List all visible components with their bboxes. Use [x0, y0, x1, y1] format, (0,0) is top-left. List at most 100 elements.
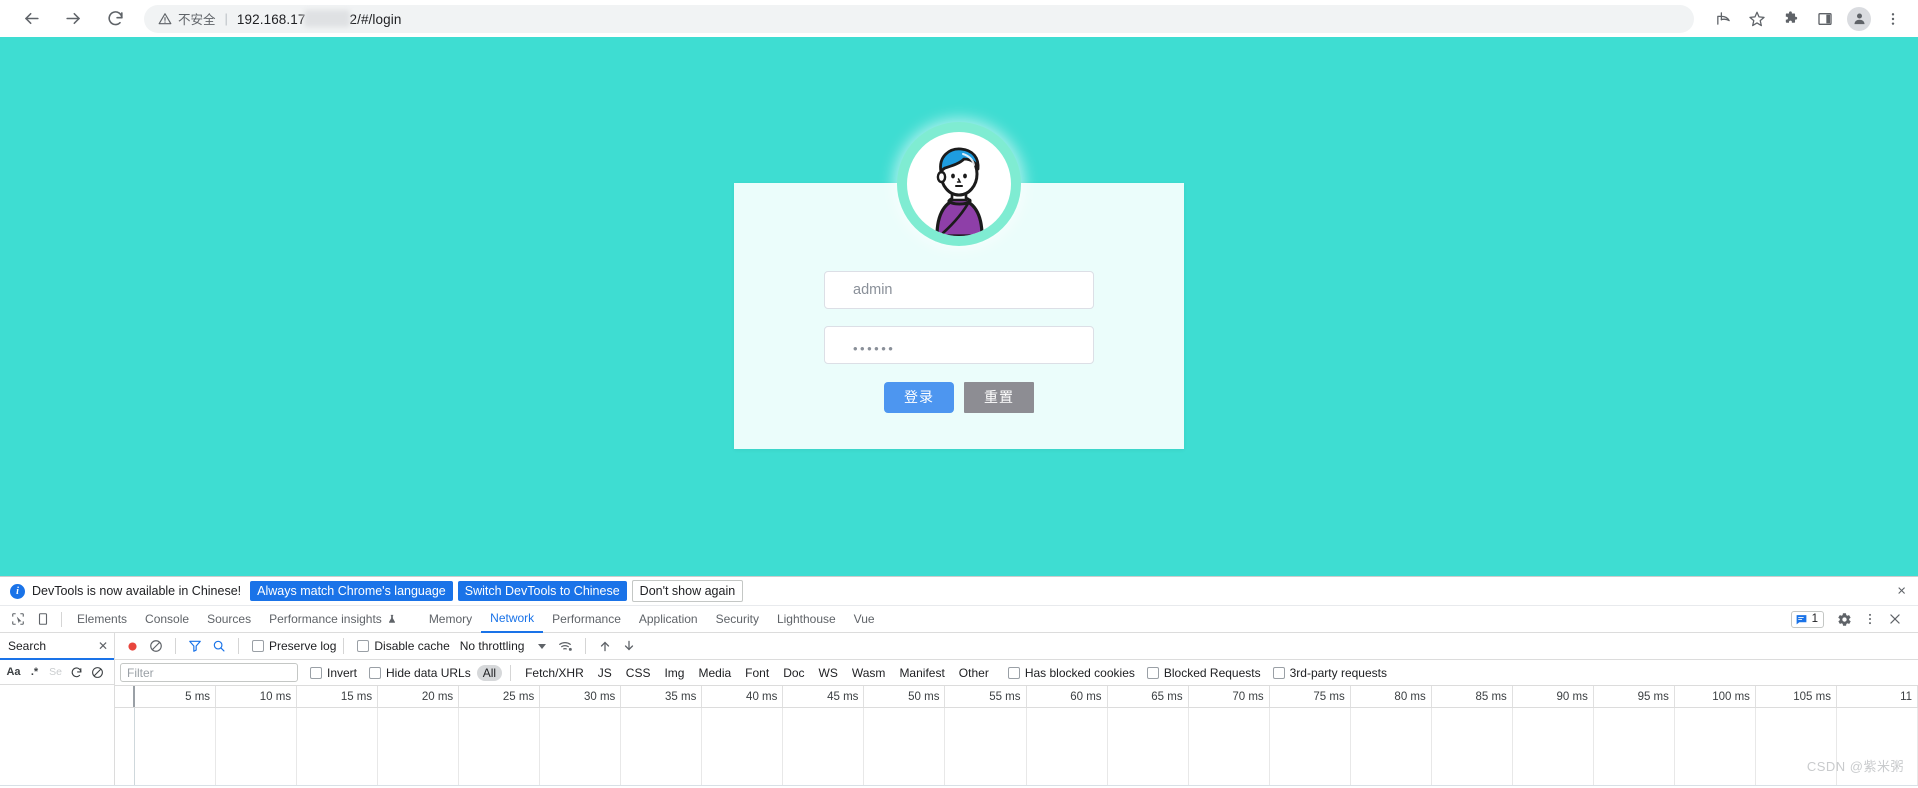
devtools-more-menu-icon[interactable]	[1857, 607, 1882, 632]
waterfall-origin-line	[115, 708, 135, 785]
throttling-dropdown[interactable]: No throttling	[460, 639, 547, 653]
record-network-log-icon[interactable]	[120, 634, 144, 658]
waterfall-column	[1513, 708, 1594, 785]
tab-vue[interactable]: Vue	[845, 606, 884, 632]
address-bar[interactable]: 不安全 | 192.168.172/#/login	[144, 5, 1694, 33]
chevron-down-icon	[538, 644, 546, 649]
clear-network-log-icon[interactable]	[144, 634, 168, 658]
chrome-menu-icon[interactable]	[1878, 4, 1908, 34]
waterfall-column	[540, 708, 621, 785]
clear-search-icon[interactable]	[88, 663, 107, 682]
waterfall-column	[783, 708, 864, 785]
blocked-requests-checkbox[interactable]: Blocked Requests	[1147, 666, 1261, 680]
search-panel-close-icon[interactable]: ✕	[98, 639, 108, 653]
record-circle-glyph	[126, 640, 139, 653]
network-conditions-icon[interactable]	[554, 634, 578, 658]
use-regex-toggle[interactable]: .*	[25, 663, 44, 682]
tab-performance[interactable]: Performance	[543, 606, 630, 632]
filter-type-all[interactable]: All	[477, 665, 502, 681]
info-icon: i	[10, 584, 25, 599]
close-x-glyph	[1888, 612, 1902, 626]
devtools-language-banner: i DevTools is now available in Chinese! …	[0, 577, 1918, 606]
devtools-close-icon[interactable]	[1882, 607, 1907, 632]
filter-type-font[interactable]: Font	[739, 665, 775, 681]
tab-console[interactable]: Console	[136, 606, 198, 632]
timeline-tick: 30 ms	[540, 686, 621, 707]
username-input[interactable]: admin	[824, 271, 1094, 309]
timeline-tick: 11	[1837, 686, 1918, 707]
toolbar-divider	[175, 638, 176, 654]
profile-avatar-icon[interactable]	[1844, 4, 1874, 34]
forward-button[interactable]	[58, 4, 88, 34]
waterfall-column	[621, 708, 702, 785]
wifi-gear-glyph	[558, 638, 574, 654]
has-blocked-cookies-checkbox[interactable]: Has blocked cookies	[1008, 666, 1135, 680]
filter-type-css[interactable]: CSS	[620, 665, 657, 681]
search-network-icon[interactable]	[207, 634, 231, 658]
third-party-requests-checkbox[interactable]: 3rd-party requests	[1273, 666, 1387, 680]
has-blocked-cookies-label: Has blocked cookies	[1025, 666, 1135, 680]
tab-elements[interactable]: Elements	[68, 606, 136, 632]
network-filter-input[interactable]: Filter	[120, 663, 298, 682]
invert-checkbox[interactable]: Invert	[310, 666, 357, 680]
filter-type-manifest[interactable]: Manifest	[893, 665, 950, 681]
import-har-icon[interactable]	[593, 634, 617, 658]
devtools-settings-icon[interactable]	[1832, 607, 1857, 632]
banner-close-icon[interactable]: ×	[1897, 584, 1906, 599]
filter-type-fetch-xhr[interactable]: Fetch/XHR	[519, 665, 590, 681]
inspect-element-icon[interactable]	[5, 607, 30, 632]
tab-application[interactable]: Application	[630, 606, 707, 632]
devtools-main: Search ✕ Aa .* Se	[0, 633, 1918, 785]
tab-memory[interactable]: Memory	[420, 606, 481, 632]
extensions-puzzle-icon[interactable]	[1776, 4, 1806, 34]
share-icon[interactable]	[1708, 4, 1738, 34]
hide-data-urls-checkbox[interactable]: Hide data URLs	[369, 666, 471, 680]
filter-type-ws[interactable]: WS	[813, 665, 844, 681]
tab-performance-insights[interactable]: Performance insights	[260, 606, 406, 632]
filter-toggle-icon[interactable]	[183, 634, 207, 658]
issues-counter[interactable]: 1	[1791, 611, 1824, 628]
side-panel-icon[interactable]	[1810, 4, 1840, 34]
avatar	[1847, 7, 1871, 31]
tab-lighthouse[interactable]: Lighthouse	[768, 606, 845, 632]
dont-show-again-button[interactable]: Don't show again	[632, 580, 744, 602]
back-button[interactable]	[16, 4, 46, 34]
waterfall-column	[1594, 708, 1675, 785]
preserve-log-checkbox[interactable]: Preserve log	[252, 639, 336, 653]
timeline-tick: 85 ms	[1432, 686, 1513, 707]
login-submit-button[interactable]: 登录	[884, 382, 954, 413]
filter-type-media[interactable]: Media	[692, 665, 737, 681]
tab-sources[interactable]: Sources	[198, 606, 260, 632]
tab-network[interactable]: Network	[481, 606, 543, 633]
arrow-up-glyph	[598, 639, 612, 653]
disable-cache-checkbox[interactable]: Disable cache	[357, 639, 449, 653]
timeline-tick: 95 ms	[1594, 686, 1675, 707]
always-match-language-button[interactable]: Always match Chrome's language	[250, 581, 453, 601]
bookmark-star-icon[interactable]	[1742, 4, 1772, 34]
not-secure-indicator[interactable]: 不安全	[158, 9, 216, 28]
waterfall-column	[378, 708, 459, 785]
waterfall-column	[1432, 708, 1513, 785]
switch-devtools-language-button[interactable]: Switch DevTools to Chinese	[458, 581, 627, 601]
filter-type-img[interactable]: Img	[658, 665, 690, 681]
waterfall-column	[864, 708, 945, 785]
share-glyph	[1715, 10, 1732, 27]
network-timeline-ruler: 5 ms 10 ms 15 ms 20 ms 25 ms 30 ms 35 ms…	[115, 686, 1918, 708]
password-input[interactable]: ••••••	[824, 326, 1094, 364]
timeline-tick: 25 ms	[459, 686, 540, 707]
match-case-toggle[interactable]: Aa	[4, 663, 23, 682]
filter-type-wasm[interactable]: Wasm	[846, 665, 892, 681]
filter-type-other[interactable]: Other	[953, 665, 995, 681]
checkbox-box	[1273, 667, 1285, 679]
gear-glyph	[1837, 612, 1852, 627]
login-reset-button[interactable]: 重置	[964, 382, 1034, 413]
device-toolbar-icon[interactable]	[30, 607, 55, 632]
reload-button[interactable]	[100, 4, 130, 34]
filter-type-doc[interactable]: Doc	[777, 665, 810, 681]
export-har-icon[interactable]	[617, 634, 641, 658]
checkbox-box	[252, 640, 264, 652]
tab-security[interactable]: Security	[707, 606, 768, 632]
filter-type-js[interactable]: JS	[592, 665, 618, 681]
invert-label: Invert	[327, 666, 357, 680]
refresh-search-icon[interactable]	[67, 663, 86, 682]
